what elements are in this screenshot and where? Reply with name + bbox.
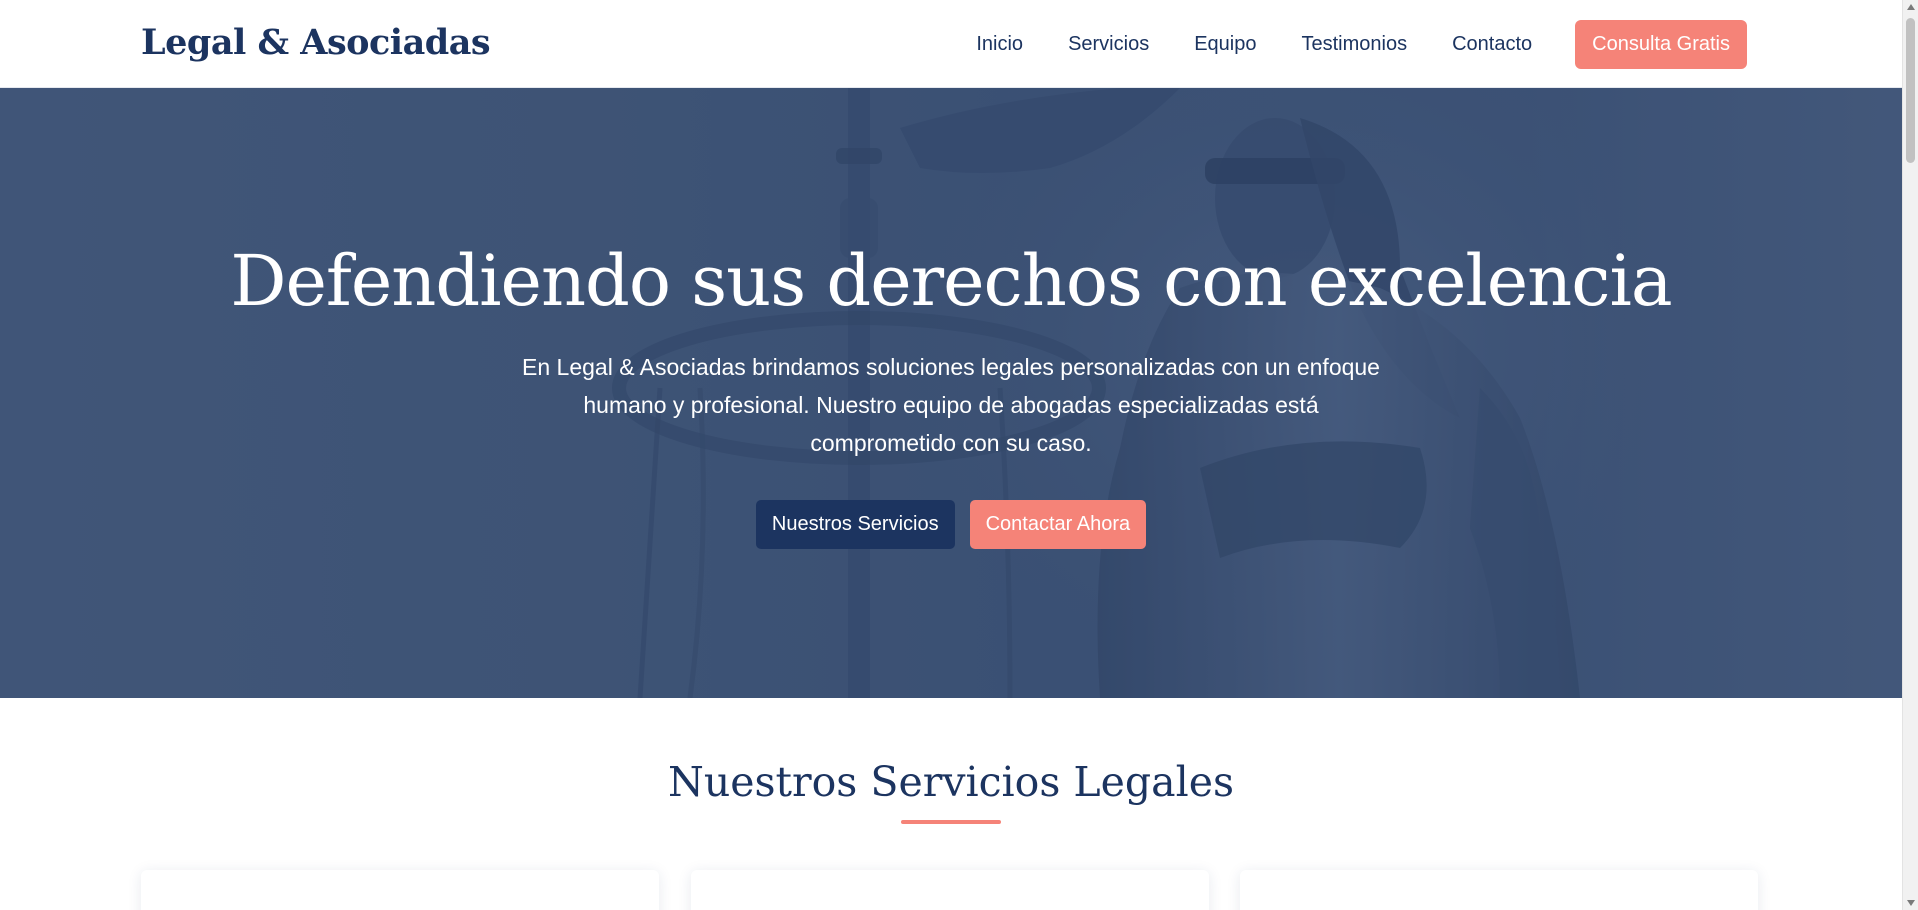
free-consultation-button[interactable]: Consulta Gratis: [1575, 20, 1747, 69]
nav-link-testimonios[interactable]: Testimonios: [1301, 33, 1407, 56]
scrollbar-thumb[interactable]: [1906, 18, 1915, 163]
hero-section: Defendiendo sus derechos con excelencia …: [0, 88, 1902, 698]
service-card[interactable]: [141, 870, 659, 910]
services-section: Nuestros Servicios Legales: [0, 698, 1902, 910]
hero-content: Defendiendo sus derechos con excelencia …: [0, 88, 1902, 698]
title-underline-divider: [901, 820, 1001, 824]
hero-description: En Legal & Asociadas brindamos solucione…: [522, 354, 1380, 456]
service-card[interactable]: [1240, 870, 1758, 910]
site-header: Legal & Asociadas Inicio Servicios Equip…: [0, 0, 1902, 88]
nav-link-equipo[interactable]: Equipo: [1194, 33, 1256, 56]
scroll-up-arrow-icon[interactable]: [1907, 4, 1915, 10]
page-scrollbar[interactable]: [1902, 0, 1918, 910]
nav-link-inicio[interactable]: Inicio: [976, 33, 1023, 56]
our-services-button[interactable]: Nuestros Servicios: [755, 500, 955, 549]
site-logo[interactable]: Legal & Asociadas: [141, 22, 491, 63]
page: Legal & Asociadas Inicio Servicios Equip…: [0, 0, 1902, 910]
service-card[interactable]: [691, 870, 1209, 910]
main-nav: Inicio Servicios Equipo Testimonios Cont…: [976, 20, 1747, 69]
hero-title: Defendiendo sus derechos con excelencia: [230, 240, 1672, 322]
nav-link-servicios[interactable]: Servicios: [1068, 33, 1149, 56]
services-title: Nuestros Servicios Legales: [667, 758, 1235, 806]
scroll-down-arrow-icon[interactable]: [1907, 900, 1915, 906]
hero-buttons: Nuestros Servicios Contactar Ahora: [0, 500, 1902, 549]
contact-now-button[interactable]: Contactar Ahora: [969, 500, 1147, 549]
nav-link-contacto[interactable]: Contacto: [1452, 33, 1532, 56]
